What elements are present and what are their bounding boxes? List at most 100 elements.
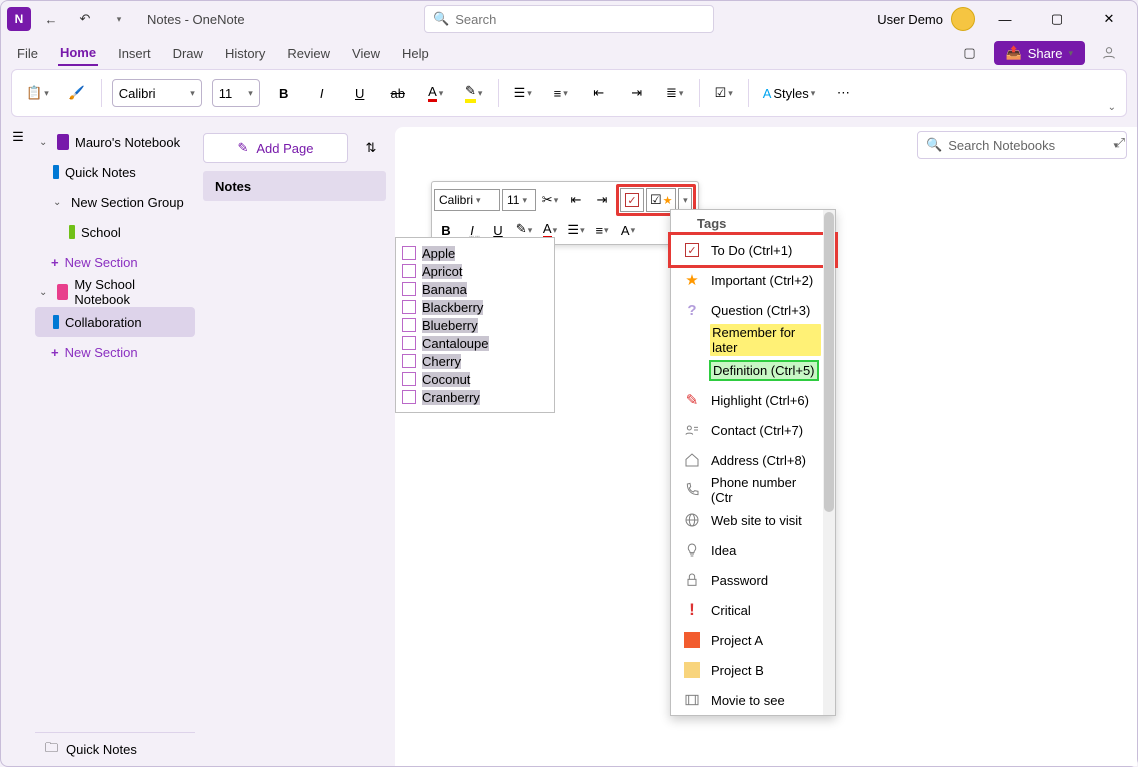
tab-review[interactable]: Review [285, 42, 332, 65]
list-item[interactable]: Apricot [402, 262, 554, 280]
styles-button[interactable]: AStyles▾ [759, 77, 820, 109]
scrollbar-thumb[interactable] [824, 212, 834, 512]
list-item[interactable]: Apple [402, 244, 554, 262]
tag-row[interactable]: ✎Highlight (Ctrl+6) [671, 385, 835, 415]
new-section-button[interactable]: + New Section [35, 247, 195, 277]
checkbox-icon[interactable] [402, 246, 416, 260]
mini-styles[interactable]: A▾ [616, 218, 640, 242]
tag-row[interactable]: Idea [671, 535, 835, 565]
paste-button[interactable]: 📋▾ [22, 77, 53, 109]
expand-icon[interactable]: ⤢ [1115, 135, 1125, 151]
search-notebooks-input[interactable]: 🔍 Search Notebooks ▾ [917, 131, 1127, 159]
tab-view[interactable]: View [350, 42, 382, 65]
block-handle-top[interactable]: ┄┄ [467, 232, 483, 238]
section-group-new[interactable]: ⌄ New Section Group [35, 187, 195, 217]
strikethrough-button[interactable]: ab [384, 77, 412, 109]
content-block[interactable]: ┄┄ AppleApricotBananaBlackberryBlueberry… [395, 237, 555, 413]
fullscreen-toggle-button[interactable]: ▢ [956, 39, 984, 67]
note-canvas[interactable]: 🔍 Search Notebooks ▾ ⤢ Notes Calibri▾ 11… [395, 127, 1137, 766]
checkbox-icon[interactable] [402, 318, 416, 332]
list-item[interactable]: Cherry [402, 352, 554, 370]
tag-row[interactable]: ★Important (Ctrl+2) [671, 265, 835, 295]
quick-access-dropdown[interactable]: ▾ [105, 5, 133, 33]
bullets-button[interactable]: ☰▾ [509, 77, 537, 109]
italic-button[interactable]: I [308, 77, 336, 109]
underline-button[interactable]: U [346, 77, 374, 109]
bold-button[interactable]: B [270, 77, 298, 109]
format-painter-button[interactable]: 🖌️ [63, 77, 91, 109]
list-item[interactable]: Coconut [402, 370, 554, 388]
scrollbar[interactable] [823, 210, 835, 715]
checkbox-icon[interactable] [402, 336, 416, 350]
mini-indent[interactable]: ⇥ [590, 188, 614, 212]
tag-row[interactable]: Contact (Ctrl+7) [671, 415, 835, 445]
tag-row[interactable]: Web site to visit [671, 505, 835, 535]
tab-insert[interactable]: Insert [116, 42, 153, 65]
tag-row[interactable]: Definition (Ctrl+5) [671, 355, 835, 385]
undo-button[interactable]: ↶ [71, 5, 99, 33]
new-section-button-2[interactable]: + New Section [35, 337, 195, 367]
checkbox-icon[interactable] [402, 354, 416, 368]
user-name[interactable]: User Demo [877, 12, 943, 27]
feed-button[interactable] [1095, 39, 1123, 67]
tab-home[interactable]: Home [58, 41, 98, 66]
list-item[interactable]: Banana [402, 280, 554, 298]
global-search[interactable]: 🔍 Search [424, 5, 714, 33]
notebook-mauros[interactable]: ⌄ Mauro's Notebook [35, 127, 195, 157]
tag-row[interactable]: Project A [671, 625, 835, 655]
tab-history[interactable]: History [223, 42, 267, 65]
page-item-notes[interactable]: Notes [203, 171, 386, 201]
list-item[interactable]: Blueberry [402, 316, 554, 334]
tag-row[interactable]: Address (Ctrl+8) [671, 445, 835, 475]
tag-row[interactable]: !Critical [671, 595, 835, 625]
font-size-combo[interactable]: 11▾ [212, 79, 260, 107]
checkbox-icon[interactable] [402, 372, 416, 386]
list-item[interactable]: Blackberry [402, 298, 554, 316]
section-collaboration[interactable]: Collaboration [35, 307, 195, 337]
list-item[interactable]: Cranberry [402, 388, 554, 406]
font-color-button[interactable]: A▾ [422, 77, 450, 109]
checkbox-icon[interactable] [402, 390, 416, 404]
add-page-button[interactable]: ✎ Add Page [203, 133, 348, 163]
list-item[interactable]: Cantaloupe [402, 334, 554, 352]
tag-row[interactable]: ✓To Do (Ctrl+1) [671, 235, 835, 265]
mini-numbering[interactable]: ≡▾ [590, 218, 614, 242]
tag-row[interactable]: Movie to see [671, 685, 835, 715]
mini-font-family[interactable]: Calibri▾ [434, 189, 500, 211]
font-family-combo[interactable]: Calibri▾ [112, 79, 202, 107]
mini-bullets[interactable]: ☰▾ [564, 218, 588, 242]
tag-row[interactable]: ?Question (Ctrl+3) [671, 295, 835, 325]
hamburger-toggle[interactable]: ☰ [12, 129, 24, 766]
close-button[interactable]: ✕ [1087, 4, 1131, 34]
checkbox-icon[interactable] [402, 282, 416, 296]
indent-button[interactable]: ⇥ [623, 77, 651, 109]
collapse-ribbon-button[interactable]: ⌄ [1108, 102, 1116, 113]
sort-pages-button[interactable]: ⇅ [356, 133, 386, 163]
tag-row[interactable]: Remember for later [671, 325, 835, 355]
tag-row[interactable]: Project B [671, 655, 835, 685]
tags-button[interactable]: ☑▾ [710, 77, 738, 109]
mini-todo-button[interactable]: ✓ [620, 188, 644, 212]
maximize-button[interactable]: ▢ [1035, 4, 1079, 34]
avatar[interactable] [951, 7, 975, 31]
numbering-button[interactable]: ≡▾ [547, 77, 575, 109]
tab-help[interactable]: Help [400, 42, 431, 65]
section-quick-notes[interactable]: Quick Notes [35, 157, 195, 187]
minimize-button[interactable]: — [983, 4, 1027, 34]
tag-row[interactable]: Phone number (Ctr [671, 475, 835, 505]
checkbox-icon[interactable] [402, 300, 416, 314]
quick-notes-footer[interactable]: 🗀 Quick Notes [35, 732, 195, 766]
section-school[interactable]: School [35, 217, 195, 247]
share-button[interactable]: 📤 Share ▾ [994, 41, 1085, 65]
tab-draw[interactable]: Draw [171, 42, 205, 65]
tab-file[interactable]: File [15, 42, 40, 65]
checkbox-icon[interactable] [402, 264, 416, 278]
align-button[interactable]: ≣▾ [661, 77, 689, 109]
mini-font-size[interactable]: 11▾ [502, 189, 536, 211]
highlight-button[interactable]: ✎▾ [460, 77, 488, 109]
back-button[interactable]: ← [37, 5, 65, 33]
tag-row[interactable]: Password [671, 565, 835, 595]
outdent-button[interactable]: ⇤ [585, 77, 613, 109]
more-commands-button[interactable]: ⋯ [829, 77, 857, 109]
mini-outdent[interactable]: ⇤ [564, 188, 588, 212]
